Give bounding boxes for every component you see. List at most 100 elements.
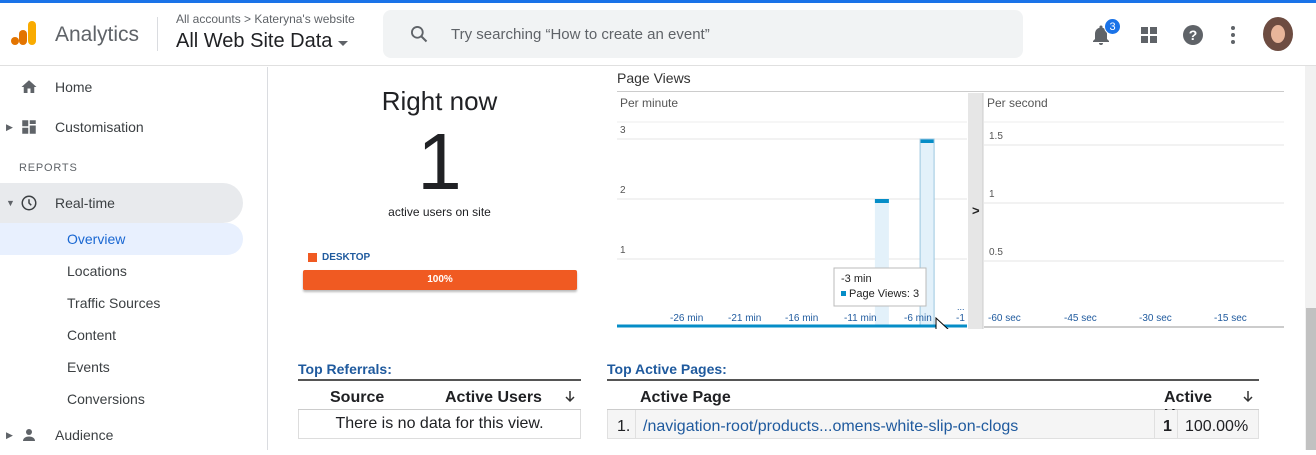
top-referrals-title: Top Referrals:	[298, 361, 392, 377]
page-views-title: Page Views	[617, 70, 691, 86]
sidebar-subitem-traffic-sources[interactable]: Traffic Sources	[0, 287, 243, 319]
device-percent-bar[interactable]: 100%	[303, 270, 577, 290]
subitem-label: Conversions	[67, 391, 145, 407]
table-row[interactable]: 1. /navigation-root/products...omens-whi…	[607, 410, 1259, 439]
x-tick-label: -45 sec	[1064, 313, 1097, 324]
sidebar-item-label: Customisation	[55, 119, 144, 135]
col-active-users[interactable]: Active Users	[445, 389, 542, 407]
scrollbar-thumb[interactable]	[1306, 308, 1316, 450]
sidebar-item-label: Home	[55, 79, 93, 95]
row-percent: 100.00%	[1185, 418, 1249, 435]
view-name[interactable]: All Web Site Data	[176, 30, 332, 53]
x-tick-label: -60 sec	[988, 313, 1021, 324]
per-minute-label: Per minute	[620, 96, 678, 110]
breadcrumb-accounts[interactable]: All accounts	[176, 12, 241, 26]
home-icon	[21, 80, 37, 93]
sidebar-item-customisation[interactable]: ▶ Customisation	[0, 107, 243, 147]
sidebar-item-label: Audience	[55, 427, 114, 443]
subitem-label: Content	[67, 327, 117, 343]
analytics-logo-icon[interactable]	[10, 19, 38, 47]
page-views-chart-area: > Per minute Per second 1 2 3 0.5 1 1.5 -26 min -2…	[617, 91, 1284, 339]
sidebar-subitem-overview[interactable]: Overview	[0, 223, 243, 255]
col-active-page[interactable]: Active Page	[640, 389, 731, 407]
collapse-arrow-icon[interactable]: ▼	[6, 198, 15, 208]
x-tick-label: -26 min	[670, 313, 703, 324]
clock-icon	[21, 195, 37, 211]
tooltip-time: -3 min	[841, 273, 872, 285]
active-page-link[interactable]: /navigation-root/products...omens-white-…	[643, 418, 1018, 436]
empty-message: There is no data for this view.	[298, 410, 581, 439]
chart-bar	[920, 139, 935, 143]
x-tick-label: -30 sec	[1139, 313, 1172, 324]
subitem-label: Overview	[67, 231, 126, 247]
x-tick-label: -11 min	[844, 313, 877, 324]
tooltip-swatch	[841, 291, 846, 296]
notification-badge: 3	[1104, 18, 1121, 35]
y-tick-label: 3	[620, 125, 626, 136]
sidebar-subitem-events[interactable]: Events	[0, 351, 243, 383]
desktop-swatch	[308, 253, 317, 262]
x-tick-ellipsis: ...	[957, 302, 965, 312]
table-header: Active Page Active Users	[607, 381, 1259, 424]
breadcrumb-site[interactable]: Kateryna's website	[254, 12, 354, 26]
expand-chart-icon: >	[972, 203, 980, 218]
apps-grid-icon[interactable]	[1137, 23, 1161, 47]
search-bar[interactable]: Try searching “How to create an event”	[383, 10, 1023, 58]
active-users-count: 1	[417, 117, 462, 206]
subitem-label: Traffic Sources	[67, 295, 161, 311]
header-divider	[157, 17, 158, 51]
expand-arrow-icon[interactable]: ▶	[6, 430, 13, 441]
top-active-pages-table: Active Page Active Users 1. /navigation-…	[607, 379, 1259, 439]
sidebar-item-label: Real-time	[55, 195, 115, 211]
breadcrumb[interactable]: All accounts > Kateryna's website	[176, 12, 355, 26]
search-icon[interactable]	[409, 24, 429, 44]
device-legend: DESKTOP	[308, 252, 370, 263]
person-icon	[23, 429, 35, 441]
device-label: DESKTOP	[322, 252, 371, 263]
help-icon[interactable]: ?	[1181, 23, 1205, 47]
dashboard-icon	[22, 120, 36, 134]
col-source[interactable]: Source	[330, 389, 384, 407]
chart-bar	[874, 199, 889, 203]
x-tick-label: -21 min	[728, 313, 761, 324]
x-tick-label: -1	[956, 313, 965, 324]
y-tick-label: 1.5	[989, 131, 1003, 142]
per-second-label: Per second	[987, 96, 1048, 110]
row-users: 1	[1163, 418, 1172, 435]
caret-down-icon[interactable]	[338, 40, 349, 46]
app-header: Analytics All accounts > Kateryna's webs…	[0, 3, 1316, 66]
x-tick-label: -16 min	[785, 313, 818, 324]
breadcrumb-separator: >	[244, 12, 252, 26]
sidebar: Home ▶ Customisation REPORTS ▼ Real-time…	[0, 67, 268, 450]
app-name: Analytics	[55, 23, 140, 46]
table-header: Source Active Users	[298, 381, 581, 410]
sidebar-subitem-conversions[interactable]: Conversions	[0, 383, 243, 415]
page-views-chart[interactable]: > Per minute Per second 1 2 3 0.5 1 1.5 -26 min -2…	[617, 92, 1284, 339]
expand-arrow-icon[interactable]: ▶	[6, 122, 13, 133]
sidebar-item-audience[interactable]: ▶ Audience	[0, 415, 243, 455]
chart-bar-column	[874, 199, 889, 326]
sidebar-subitem-locations[interactable]: Locations	[0, 255, 243, 287]
top-active-pages-title: Top Active Pages:	[607, 361, 727, 377]
section-header-reports: REPORTS	[19, 162, 78, 174]
search-placeholder[interactable]: Try searching “How to create an event”	[451, 26, 710, 43]
view-selector[interactable]: All Web Site Data	[176, 30, 349, 53]
sort-down-icon[interactable]	[1242, 390, 1254, 403]
sidebar-item-home[interactable]: Home	[0, 67, 243, 107]
tooltip-value: Page Views: 3	[849, 288, 919, 300]
x-tick-label: -6 min	[904, 313, 932, 324]
avatar[interactable]	[1263, 17, 1293, 51]
sort-down-icon[interactable]	[564, 390, 576, 403]
right-now-title: Right now	[381, 86, 498, 116]
subitem-label: Events	[67, 359, 110, 375]
sidebar-item-realtime[interactable]: ▼ Real-time	[0, 183, 243, 223]
more-vert-icon[interactable]	[1221, 23, 1245, 47]
x-tick-label: -15 sec	[1214, 313, 1247, 324]
sidebar-subitem-content[interactable]: Content	[0, 319, 243, 351]
active-users-label: active users on site	[388, 205, 491, 219]
y-tick-label: 0.5	[989, 247, 1003, 258]
y-tick-label: 1	[989, 189, 995, 200]
row-index: 1.	[617, 418, 631, 435]
y-tick-label: 2	[620, 185, 626, 196]
svg-text:?: ?	[1189, 27, 1198, 43]
